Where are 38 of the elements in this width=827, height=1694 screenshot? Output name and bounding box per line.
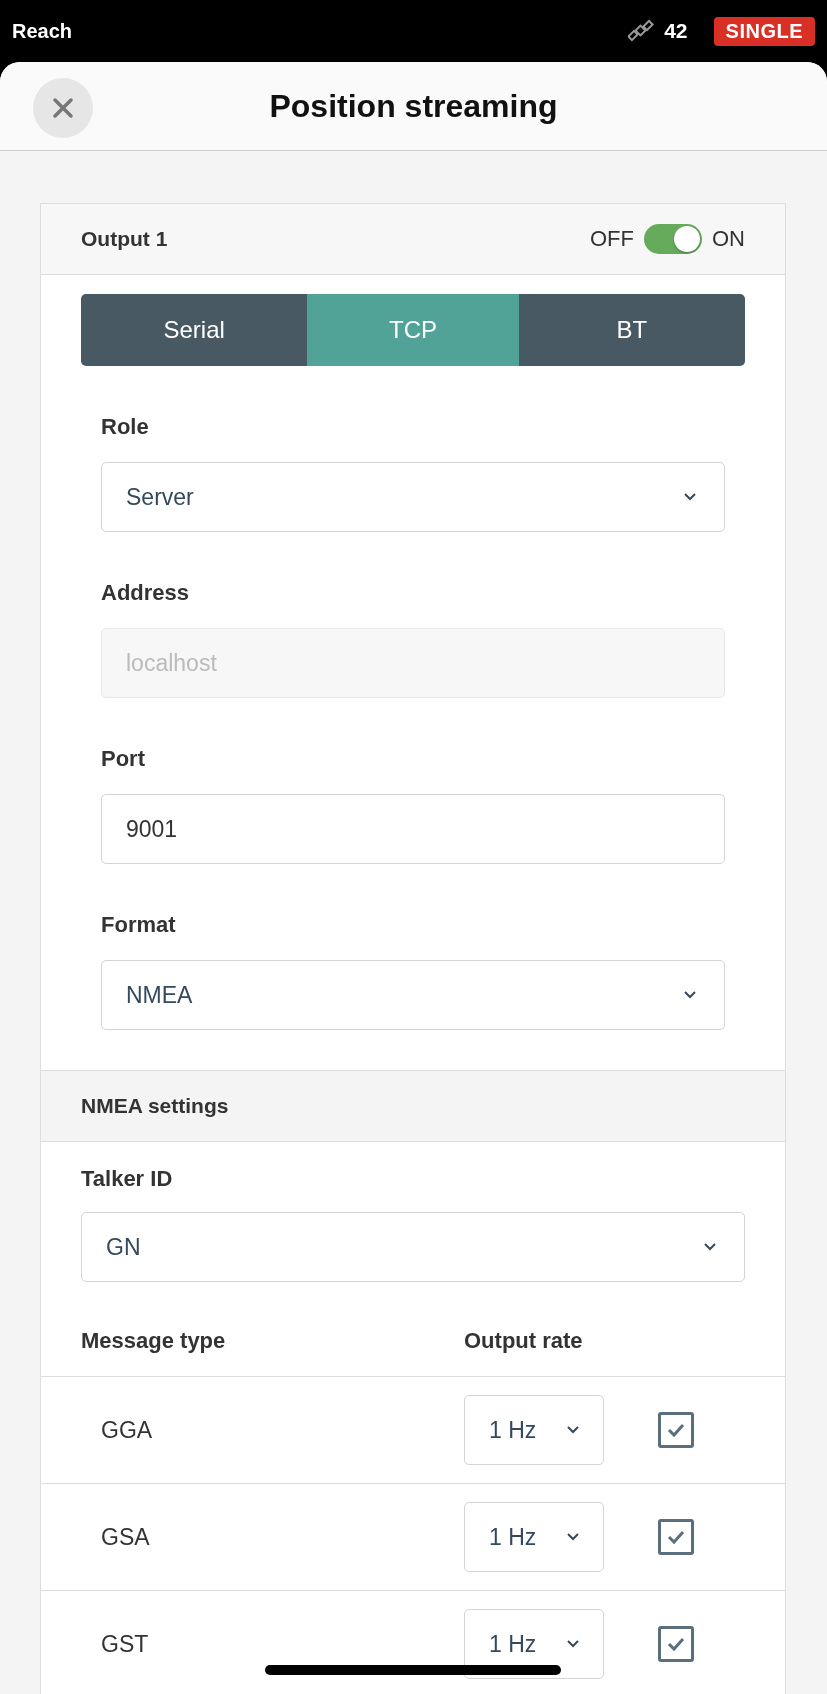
field-label: Format bbox=[101, 912, 177, 938]
tab[interactable]: Serial bbox=[81, 294, 308, 366]
tab[interactable]: BT bbox=[518, 294, 745, 366]
field-label: Address bbox=[101, 580, 191, 606]
page-title: Position streaming bbox=[269, 87, 558, 125]
chevron-down-icon bbox=[567, 1640, 579, 1648]
chevron-down-icon bbox=[684, 991, 696, 999]
app-name: Reach bbox=[12, 19, 73, 43]
chevron-down-icon bbox=[567, 1533, 579, 1541]
close-icon bbox=[52, 97, 74, 119]
checkbox[interactable] bbox=[658, 1626, 694, 1662]
rate-dropdown[interactable]: 1 Hz bbox=[464, 1502, 604, 1572]
field-label: Role bbox=[101, 414, 150, 440]
output-title: Output 1 bbox=[81, 227, 168, 251]
off-label: OFF bbox=[590, 226, 634, 252]
section-title: NMEA settings bbox=[81, 1094, 229, 1118]
input-field[interactable]: 9001 bbox=[101, 794, 725, 864]
column-header: Message type bbox=[81, 1328, 227, 1354]
message-type: GGA bbox=[101, 1416, 154, 1444]
toggle-switch[interactable] bbox=[644, 224, 702, 254]
message-type: GSA bbox=[101, 1523, 151, 1551]
checkbox[interactable] bbox=[658, 1519, 694, 1555]
chevron-down-icon bbox=[704, 1243, 716, 1251]
dropdown[interactable]: Server bbox=[101, 462, 725, 532]
column-header: Output rate bbox=[464, 1328, 583, 1354]
dropdown[interactable]: GN bbox=[81, 1212, 745, 1282]
satellite-count: 42 bbox=[664, 19, 688, 43]
dropdown[interactable]: NMEA bbox=[101, 960, 725, 1030]
rate-dropdown[interactable]: 1 Hz bbox=[464, 1609, 604, 1679]
rate-dropdown[interactable]: 1 Hz bbox=[464, 1395, 604, 1465]
on-label: ON bbox=[712, 226, 745, 252]
chevron-down-icon bbox=[567, 1426, 579, 1434]
field-label: Port bbox=[101, 746, 146, 772]
checkbox[interactable] bbox=[658, 1412, 694, 1448]
field-label: Talker ID bbox=[81, 1166, 174, 1192]
message-type: GST bbox=[101, 1630, 150, 1658]
chevron-down-icon bbox=[684, 493, 696, 501]
solution-status: SINGLE bbox=[713, 16, 815, 46]
